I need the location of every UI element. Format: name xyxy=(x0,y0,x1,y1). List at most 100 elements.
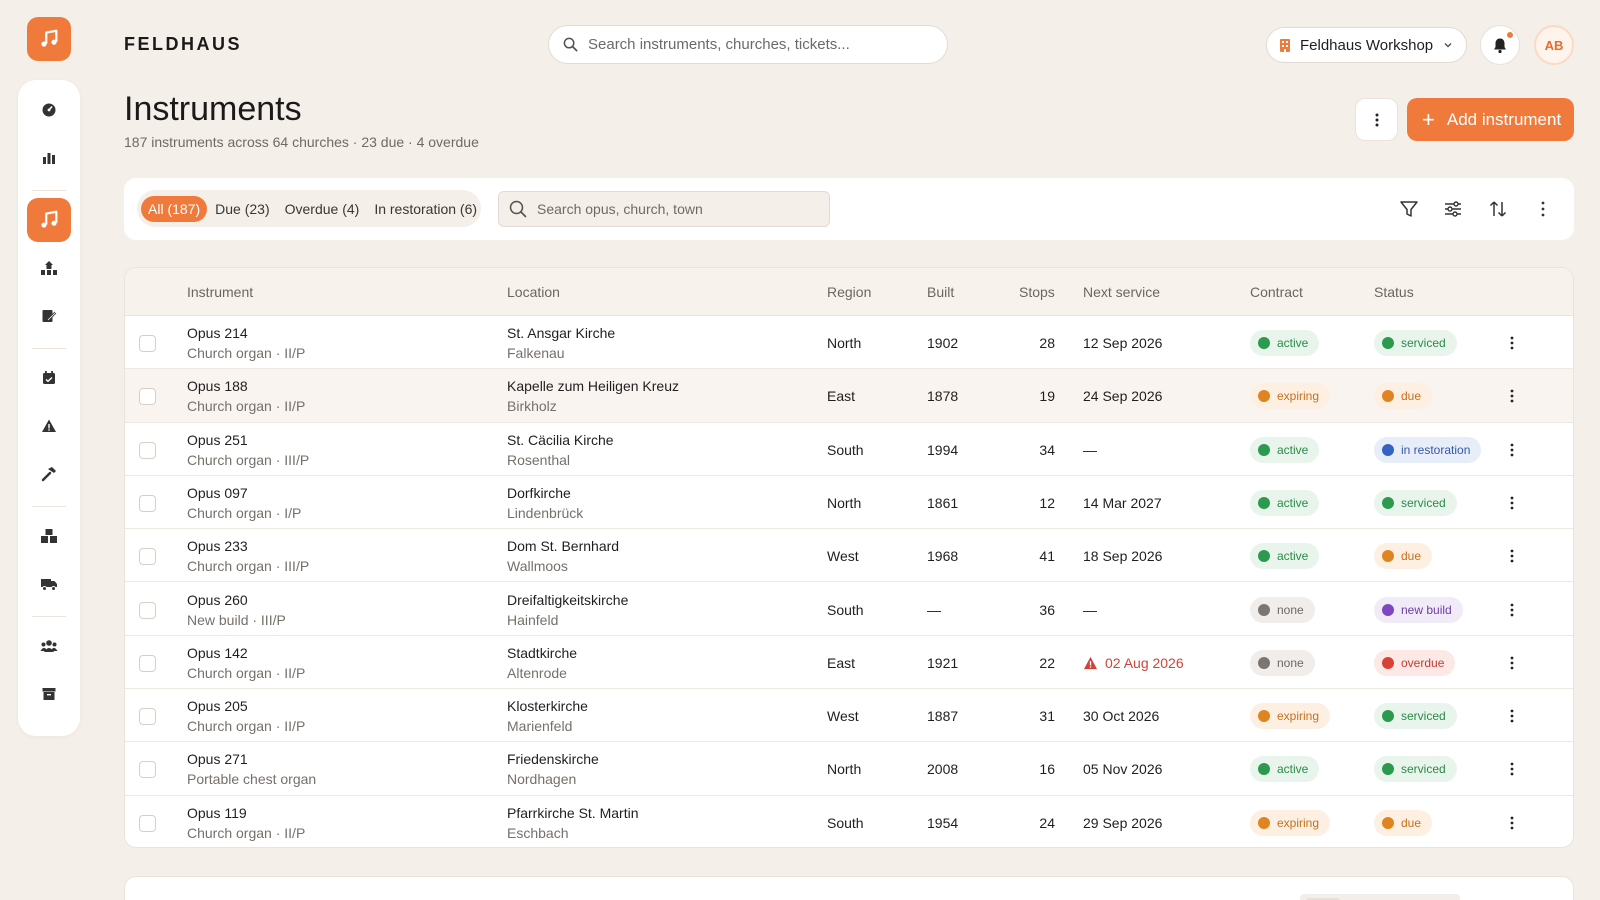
tab-in-restoration[interactable]: In restoration (6) xyxy=(367,196,484,222)
instrument-type: New build · III/P xyxy=(187,611,286,628)
row-actions-button[interactable] xyxy=(1503,441,1521,459)
tab-due[interactable]: Due (23) xyxy=(208,196,276,222)
row-checkbox[interactable] xyxy=(139,761,156,779)
table-row[interactable]: Opus 233 Church organ · III/P Dom St. Bern… xyxy=(125,529,1573,583)
table-row[interactable]: Opus 214 Church organ · II/P St. Ansgar Ki… xyxy=(125,316,1573,370)
workspace-switcher[interactable]: Feldhaus Workshop xyxy=(1266,27,1467,63)
table-search-input[interactable]: Search opus, church, town xyxy=(498,191,830,227)
tab-overdue[interactable]: Overdue (4) xyxy=(278,196,367,222)
table-more-button[interactable] xyxy=(1530,196,1556,222)
instrument-opus[interactable]: Opus 251 xyxy=(187,432,248,448)
row-actions-button[interactable] xyxy=(1503,707,1521,725)
next-service-cell: 30 Oct 2026 xyxy=(1083,708,1159,724)
row-actions-button[interactable] xyxy=(1503,494,1521,512)
instrument-opus[interactable]: Opus 214 xyxy=(187,325,248,341)
row-checkbox[interactable] xyxy=(139,335,156,352)
sort-icon xyxy=(1489,201,1507,217)
col-contract[interactable]: Contract xyxy=(1250,284,1303,300)
user-avatar[interactable]: AB xyxy=(1534,25,1574,65)
notifications-button[interactable] xyxy=(1480,25,1520,65)
instrument-opus[interactable]: Opus 233 xyxy=(187,538,248,554)
rail-tools[interactable] xyxy=(27,452,71,496)
table-row[interactable]: Opus 097 Church organ · I/P Dorfkirche Lind… xyxy=(125,476,1573,530)
table-row[interactable]: Opus 205 Church organ · II/P Klosterkirche… xyxy=(125,689,1573,743)
sort-button[interactable] xyxy=(1485,196,1511,222)
location-town: Rosenthal xyxy=(507,451,571,468)
row-actions-button[interactable] xyxy=(1503,760,1521,778)
app-logo[interactable] xyxy=(27,17,71,61)
status-dot xyxy=(1382,763,1394,776)
more-vertical-icon xyxy=(1510,656,1514,670)
col-location[interactable]: Location xyxy=(507,284,560,300)
instrument-type: Church organ · III/P xyxy=(187,558,310,575)
rail-team[interactable] xyxy=(27,624,71,668)
instrument-opus[interactable]: Opus 142 xyxy=(187,645,248,661)
row-checkbox[interactable] xyxy=(139,601,156,619)
rail-reports[interactable] xyxy=(27,136,71,180)
rail-tickets[interactable] xyxy=(27,294,71,338)
instrument-type: Church organ · II/P xyxy=(187,398,306,415)
status-badge-serviced: serviced xyxy=(1374,703,1457,730)
table-row[interactable]: Opus 119 Church organ · II/P Pfarrkirche S… xyxy=(125,796,1573,847)
built-cell: 1968 xyxy=(927,548,959,565)
columns-button[interactable] xyxy=(1440,196,1466,222)
row-actions-button[interactable] xyxy=(1503,334,1521,352)
table-row[interactable]: Opus 188 Church organ · II/P Kapelle zum H… xyxy=(125,369,1573,423)
table-row[interactable]: Opus 251 Church organ · III/P St. Cäcilia … xyxy=(125,423,1573,476)
page-more-button[interactable] xyxy=(1355,98,1398,141)
col-instrument[interactable]: Instrument xyxy=(187,284,253,300)
row-checkbox[interactable] xyxy=(139,388,156,406)
table-row[interactable]: Opus 142 Church organ · II/P Stadtkirche Al… xyxy=(125,636,1573,690)
rail-instruments[interactable] xyxy=(27,198,71,242)
rail-alerts[interactable] xyxy=(27,404,71,448)
instrument-opus[interactable]: Opus 119 xyxy=(187,805,247,821)
page-subtitle: 187 instruments across 64 churches · 23 … xyxy=(124,134,479,150)
status-badge-serviced: serviced xyxy=(1374,489,1457,516)
row-actions-button[interactable] xyxy=(1503,814,1521,832)
table-row[interactable]: Opus 260 New build · III/P Dreifaltigkeits… xyxy=(125,583,1573,636)
instrument-opus[interactable]: Opus 260 xyxy=(187,592,248,608)
calendar-icon xyxy=(43,371,55,384)
hierarchy-icon xyxy=(41,261,57,275)
col-stops[interactable]: Stops xyxy=(1019,284,1055,300)
table-row[interactable]: Opus 271 Portable chest organ Friedenskirc… xyxy=(125,742,1573,796)
col-next-service[interactable]: Next service xyxy=(1083,284,1160,300)
row-checkbox[interactable] xyxy=(139,494,156,512)
instrument-opus[interactable]: Opus 205 xyxy=(187,698,248,714)
location-church: Stadtkirche xyxy=(507,644,578,661)
location-church: Kapelle zum Heiligen Kreuz xyxy=(507,378,679,395)
row-checkbox[interactable] xyxy=(139,441,156,459)
status-dot xyxy=(1382,390,1394,403)
global-search-placeholder: Search instruments, churches, tickets... xyxy=(588,36,850,53)
col-status[interactable]: Status xyxy=(1374,284,1414,300)
instrument-opus[interactable]: Opus 271 xyxy=(187,751,248,767)
contract-badge-none: none xyxy=(1250,596,1315,623)
instrument-opus[interactable]: Opus 188 xyxy=(187,378,248,394)
rail-dashboard[interactable] xyxy=(27,88,71,132)
rail-calendar[interactable] xyxy=(27,356,71,400)
rail-churches[interactable] xyxy=(27,246,71,290)
instruments-table: Instrument Location Region Built Stops N… xyxy=(124,267,1574,848)
row-checkbox[interactable] xyxy=(139,814,156,832)
contract-label: active xyxy=(1277,442,1309,457)
stops-cell: 12 xyxy=(1039,494,1055,511)
global-search-input[interactable]: Search instruments, churches, tickets... xyxy=(548,25,948,64)
rail-archive[interactable] xyxy=(27,672,71,716)
row-checkbox[interactable] xyxy=(139,548,156,566)
tab-all[interactable]: All (187) xyxy=(141,195,208,222)
row-actions-button[interactable] xyxy=(1503,547,1521,565)
row-actions-button[interactable] xyxy=(1503,654,1521,672)
row-actions-button[interactable] xyxy=(1503,601,1521,619)
col-built[interactable]: Built xyxy=(927,284,954,300)
contract-label: active xyxy=(1277,549,1309,564)
filter-button[interactable] xyxy=(1396,196,1422,222)
add-instrument-button[interactable]: + Add instrument xyxy=(1407,98,1574,141)
row-checkbox[interactable] xyxy=(139,654,156,672)
col-region[interactable]: Region xyxy=(827,284,871,300)
rail-logistics[interactable] xyxy=(27,562,71,606)
more-vertical-icon xyxy=(1541,201,1545,217)
row-checkbox[interactable] xyxy=(139,708,156,726)
instrument-opus[interactable]: Opus 097 xyxy=(187,485,248,501)
row-actions-button[interactable] xyxy=(1503,387,1521,405)
rail-inventory[interactable] xyxy=(27,514,71,558)
